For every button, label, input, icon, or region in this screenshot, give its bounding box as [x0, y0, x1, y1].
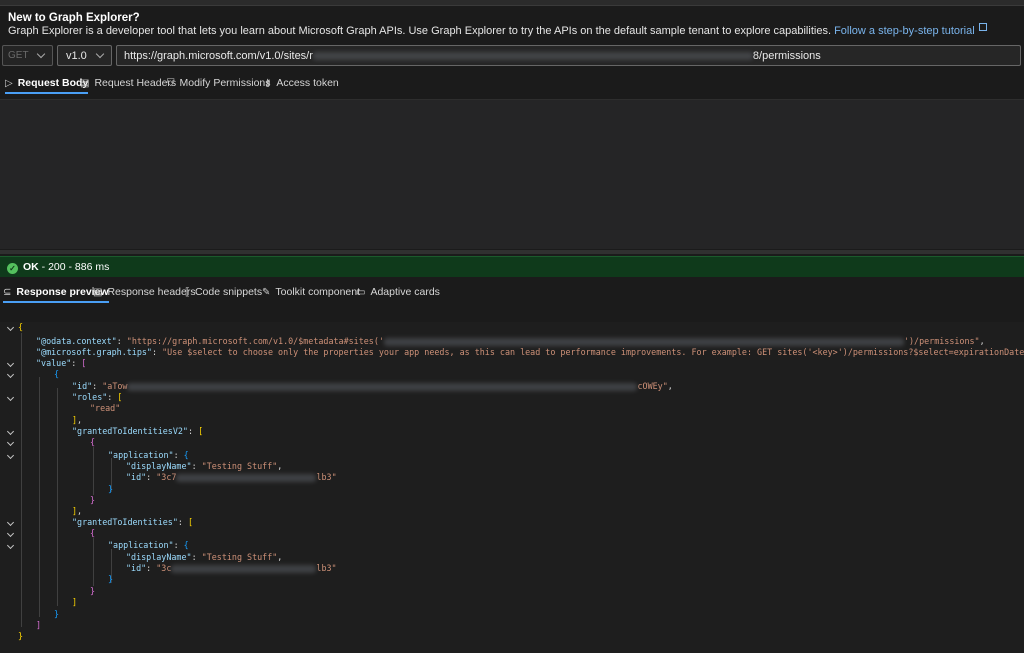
top-app-bar [0, 0, 1024, 6]
response-status-bar: ✓ OK - 200 - 886 ms [0, 256, 1024, 277]
json-line: "application": { [108, 450, 189, 460]
chevron-down-icon [95, 49, 105, 59]
json-line: { [90, 528, 96, 538]
json-line: ], [72, 506, 83, 516]
tab-code-snippets[interactable]: ⟦ Code snippets [185, 281, 262, 303]
query-url-input[interactable]: https://graph.microsoft.com/v1.0/sites/r… [116, 45, 1021, 66]
json-line: "displayName": "Testing Stuff", [126, 461, 283, 471]
banner-text: Graph Explorer is a developer tool that … [8, 23, 1016, 39]
json-line: "id": "aTow cOWEy", [72, 381, 673, 391]
http-method-value: GET [8, 50, 29, 61]
response-tabs: ⊆ Response preview ▤ Response headers ⟦ Cod… [0, 281, 1024, 305]
json-line: "application": { [108, 540, 189, 550]
tab-adaptive-cards[interactable]: ▭ Adaptive cards [356, 281, 440, 303]
tab-modify-permissions[interactable]: ⛉ Modify Permissions [167, 72, 271, 94]
json-line: { [90, 437, 96, 447]
api-version-value: v1.0 [66, 50, 87, 62]
chevron-down-icon [36, 49, 46, 59]
pane-splitter[interactable] [0, 250, 1024, 254]
json-line: ] [36, 620, 42, 630]
json-line: "displayName": "Testing Stuff", [126, 552, 283, 562]
query-bar: GET v1.0 https://graph.microsoft.com/v1.… [0, 45, 1024, 67]
checkmark-icon: ✓ [7, 263, 18, 274]
welcome-banner: New to Graph Explorer? Graph Explorer is… [0, 7, 1024, 41]
edit-icon: ✎ [262, 287, 271, 298]
json-line: { [54, 369, 60, 379]
http-method-dropdown[interactable]: GET [2, 45, 53, 66]
redacted-site-id [312, 52, 753, 61]
tab-access-token[interactable]: ⚷ Access token [264, 72, 339, 94]
json-line: "@odata.context": "https://graph.microso… [36, 336, 985, 346]
response-json-viewer[interactable]: { "@odata.context": "https://graph.micro… [0, 322, 1024, 653]
json-line: ] [72, 597, 78, 607]
status-ok: OK [23, 261, 39, 273]
json-line: { [18, 322, 24, 332]
redacted-value [176, 473, 317, 482]
banner-title: New to Graph Explorer? [8, 12, 140, 24]
external-link-icon [978, 23, 987, 31]
card-icon: ▭ [356, 287, 366, 298]
json-line: } [18, 631, 24, 641]
json-line: } [90, 495, 96, 505]
banner-description: Graph Explorer is a developer tool that … [8, 25, 831, 37]
url-prefix: https://graph.microsoft.com/v1.0/sites/r [124, 50, 313, 62]
tutorial-link[interactable]: Follow a step-by-step tutorial [834, 23, 987, 37]
redacted-value [171, 564, 317, 573]
json-line: } [108, 484, 114, 494]
preview-icon: ⊆ [3, 287, 12, 298]
tab-request-headers[interactable]: ▤ Request Headers [80, 72, 176, 94]
status-detail: - 200 - 886 ms [38, 261, 110, 273]
tab-request-body[interactable]: ▷ Request Body [5, 72, 89, 94]
shield-icon: ⛉ [167, 78, 175, 89]
json-line: "read" [90, 403, 121, 413]
send-icon: ▷ [5, 78, 13, 89]
json-line: } [108, 574, 114, 584]
request-tabs: ▷ Request Body ▤ Request Headers ⛉ Modify P… [0, 72, 1024, 96]
key-icon: ⚷ [264, 78, 272, 89]
redacted-value [127, 382, 638, 391]
json-line: "id": "3c lb3" [126, 563, 337, 573]
code-icon: ⟦ [185, 287, 190, 298]
request-body-editor[interactable] [0, 99, 1024, 249]
tab-response-headers[interactable]: ▤ Response headers [93, 281, 196, 303]
json-line: "grantedToIdentitiesV2": [ [72, 426, 204, 436]
json-line: "grantedToIdentities": [ [72, 517, 194, 527]
json-line: } [90, 586, 96, 596]
document-icon: ▤ [80, 78, 90, 89]
json-line: ], [72, 415, 83, 425]
api-version-dropdown[interactable]: v1.0 [57, 45, 112, 66]
json-line: "@microsoft.graph.tips": "Use $select to… [36, 347, 1024, 357]
json-line: } [54, 609, 60, 619]
tab-toolkit-component[interactable]: ✎ Toolkit component [262, 281, 360, 303]
redacted-value [383, 337, 904, 346]
json-line: "roles": [ [72, 392, 123, 402]
url-suffix: 8/permissions [752, 50, 821, 62]
json-line: "value": [ [36, 358, 87, 368]
document-icon: ▤ [93, 287, 103, 298]
json-line: "id": "3c7 lb3" [126, 472, 337, 482]
